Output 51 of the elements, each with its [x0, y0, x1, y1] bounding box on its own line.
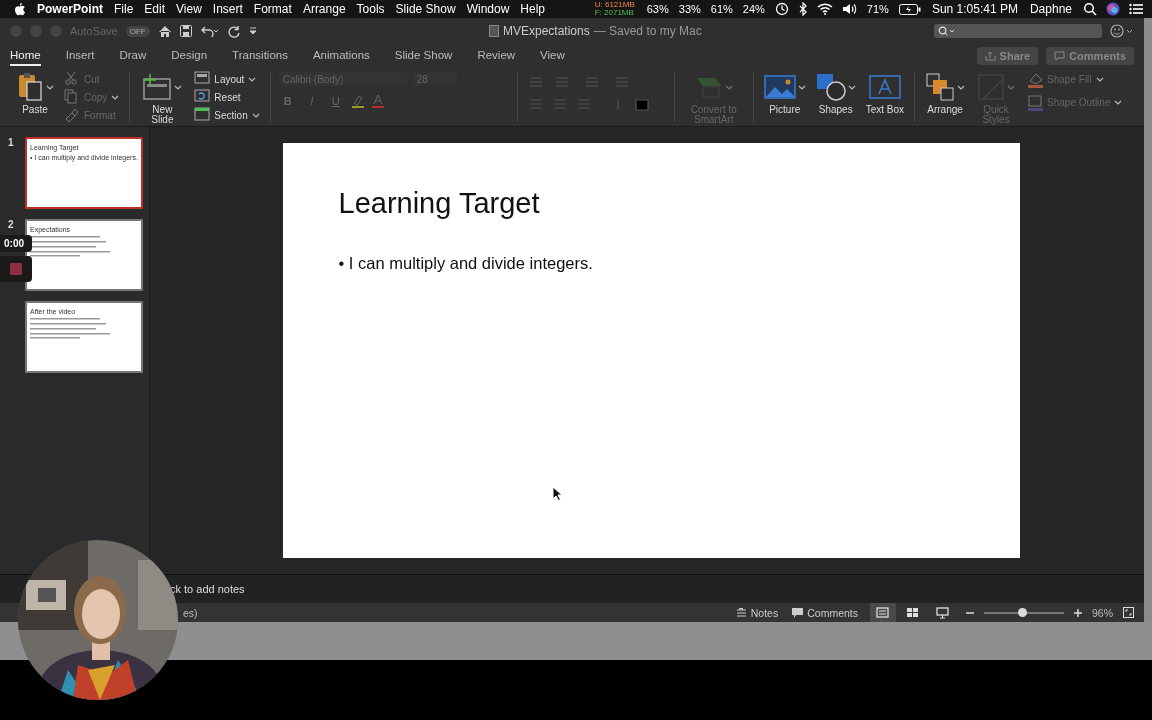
menu-item[interactable]: Edit [144, 2, 166, 16]
status-reading: 63% [646, 3, 669, 15]
status-text: es) [183, 606, 198, 619]
slide-number: 2 [8, 219, 15, 231]
menu-item[interactable]: Arrange [302, 2, 346, 16]
menu-item[interactable]: View [176, 2, 202, 16]
ribbon-tab[interactable]: Draw [119, 46, 147, 66]
shapes-button[interactable]: Shapes [813, 72, 858, 115]
autosave-toggle[interactable]: OFF [125, 25, 150, 37]
menu-item[interactable]: Window [466, 2, 510, 16]
new-slide-button[interactable]: New Slide [138, 72, 187, 125]
menu-item[interactable]: Slide Show [395, 2, 456, 16]
menu-item[interactable]: Insert [212, 2, 243, 16]
status-reading: 61% [710, 3, 733, 15]
ribbon-tab[interactable]: Insert [65, 46, 95, 66]
paste-button[interactable]: Paste [14, 72, 56, 115]
picture-button[interactable]: Picture [761, 72, 808, 115]
ribbon-tab[interactable]: Home [10, 46, 41, 66]
comments-button[interactable]: Comments [790, 606, 860, 619]
ribbon-tab[interactable]: Review [477, 46, 516, 66]
slide-bullet: • I can multiply and divide integers. [338, 254, 594, 273]
ribbon-tab[interactable]: Slide Show [394, 46, 453, 66]
recording-timer: 0:00 [0, 235, 32, 252]
ribbon-tab[interactable]: Transitions [232, 46, 288, 66]
section-button[interactable]: Section [192, 108, 262, 123]
reset-button[interactable]: Reset [192, 90, 262, 105]
menu-clock[interactable]: Sun 1:05:41 PM [931, 2, 1018, 16]
slide-canvas[interactable]: Learning Target • I can multiply and divide integers. [282, 143, 1020, 558]
memory-used: U: 6121MB [594, 1, 635, 9]
ribbon-tab[interactable]: Design [171, 46, 208, 66]
memory-free: F: 2071MB [594, 9, 635, 17]
app-name[interactable]: PowerPoint [37, 2, 103, 16]
ribbon-tab[interactable]: Animations [312, 46, 370, 66]
arrange-button[interactable]: Arrange [923, 72, 968, 115]
text-box-button[interactable]: Text Box [863, 72, 907, 115]
ribbon-tab[interactable]: View [540, 46, 565, 66]
status-reading: 33% [678, 3, 701, 15]
status-reading: 24% [742, 3, 765, 15]
save-status: — Saved to my Mac [593, 24, 702, 38]
menu-item[interactable]: Help [520, 2, 545, 16]
user-name[interactable]: Daphne [1029, 2, 1072, 16]
menu-item[interactable]: File [114, 2, 134, 16]
document-title: MVExpectations [502, 24, 590, 38]
menu-item[interactable]: Format [253, 2, 292, 16]
slide-number: 1 [8, 137, 15, 149]
notes-button[interactable]: Notes [733, 606, 781, 619]
layout-button[interactable]: Layout [192, 72, 262, 87]
battery-percent: 71% [866, 3, 889, 15]
slide-title: Learning Target [338, 187, 541, 220]
menu-item[interactable]: Tools [356, 2, 385, 16]
zoom-percent[interactable]: 96% [1092, 606, 1113, 619]
